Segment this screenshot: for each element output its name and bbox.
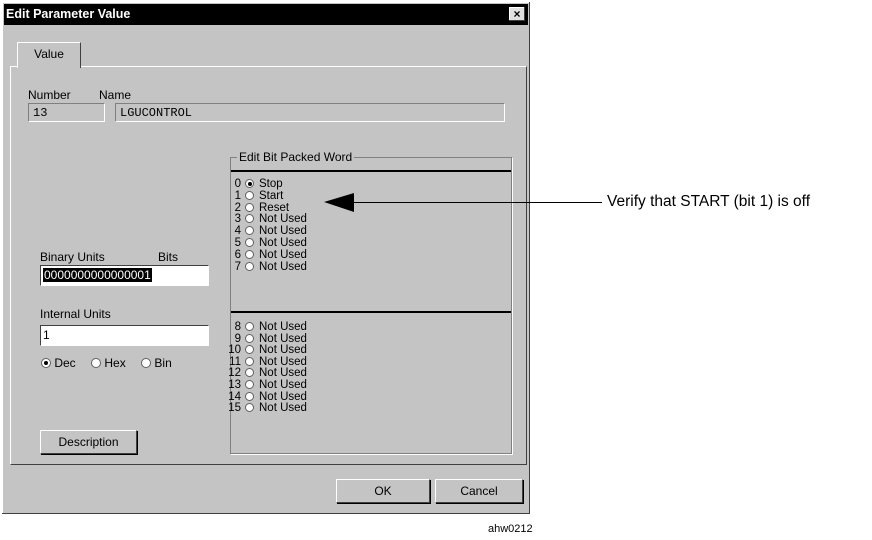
bit-radio-1[interactable] [245,190,254,200]
bit-number: 9 [234,332,241,345]
bit-radio-7[interactable] [245,261,254,271]
bit-radio-9[interactable] [245,333,254,343]
binary-value-input[interactable]: 0000000000000001 [40,265,209,286]
radio-dec[interactable]: Dec [41,356,76,370]
bit-number: 4 [234,225,241,238]
bit-row-14[interactable]: 14 Not Used [217,390,307,403]
bit-number: 15 [228,402,241,415]
bit-label: Stop [259,178,283,190]
bit-number: 2 [234,201,241,214]
bit-radio-0[interactable] [245,179,254,188]
format-radio-group: Dec Hex Bin [41,356,172,370]
bit-radio-13[interactable] [245,380,254,389]
binary-units-label: Binary Units [40,250,105,264]
bit-radio-10[interactable] [245,345,254,355]
bit-number: 12 [228,367,241,380]
bit-label: Not Used [259,260,307,273]
tab-value[interactable]: Value [17,42,81,68]
bit-label: Not Used [259,213,307,226]
bit-label: Reset [259,201,290,214]
bit-number: 6 [234,248,241,261]
bit-label: Not Used [259,237,307,249]
name-label: Name [99,88,132,102]
bit-label: Not Used [259,390,307,403]
bit-label: Not Used [259,402,307,415]
bit-label: Not Used [259,332,307,345]
bits-label: Bits [158,250,179,264]
bit-label: Not Used [259,355,307,368]
bit-row-11[interactable]: 11 Not Used [217,355,307,368]
bit-number: 3 [234,213,241,226]
bit-radio-2[interactable] [245,202,254,212]
bit-label: Not Used [259,344,307,357]
number-field: 13 [28,103,105,122]
bit-number: 10 [228,344,241,357]
radio-dec-label: Dec [54,356,76,370]
bit-label: Not Used [259,379,307,391]
bit-row-0[interactable]: 0 Stop [217,178,283,190]
bit-row-13[interactable]: 13 Not Used [217,379,307,391]
name-field: LGUCONTROL [115,103,505,122]
description-button[interactable]: Description [40,430,137,454]
bit-row-4[interactable]: 4 Not Used [217,225,307,238]
bit-radio-3[interactable] [245,214,254,224]
bit-row-2[interactable]: 2 Reset [217,201,290,214]
bit-number: 1 [234,189,241,202]
number-label: Number [28,88,71,102]
bit-radio-6[interactable] [245,249,254,259]
bit-label: Not Used [259,367,307,380]
title-bar[interactable]: Edit Parameter Value × [4,4,528,25]
bit-radio-4[interactable] [245,226,254,236]
bit-row-1[interactable]: 1 Start [217,189,284,202]
bit-number: 7 [234,260,241,273]
close-icon[interactable]: × [509,7,525,21]
internal-units-label: Internal Units [40,307,111,321]
bit-row-12[interactable]: 12 Not Used [217,367,307,380]
bit-radio-11[interactable] [245,356,254,366]
bit-number: 14 [228,390,241,403]
callout-arrow-line [350,202,602,203]
ok-button[interactable]: OK [336,479,430,503]
bit-number: 5 [234,237,241,249]
bit-row-3[interactable]: 3 Not Used [217,213,307,226]
bit-radio-5[interactable] [245,238,254,247]
bit-radio-14[interactable] [245,391,254,401]
radio-bin[interactable]: Bin [141,356,172,370]
edit-parameter-dialog: Edit Parameter Value × Value Number Name… [2,2,530,514]
bit-number: 0 [234,178,241,190]
bit-radio-8[interactable] [245,322,254,331]
dialog-title: Edit Parameter Value [6,7,131,21]
bit-row-5[interactable]: 5 Not Used [217,237,307,249]
radio-bin-button[interactable] [141,358,152,368]
bit-row-8[interactable]: 8 Not Used [217,321,307,333]
cancel-button[interactable]: Cancel [435,479,523,503]
bit-row-10[interactable]: 10 Not Used [217,344,307,357]
bit-label: Not Used [259,225,307,238]
bit-label: Not Used [259,248,307,261]
radio-hex-button[interactable] [91,358,102,368]
bit-label: Not Used [259,321,307,333]
bit-number: 13 [228,379,241,391]
radio-bin-label: Bin [154,356,172,370]
bit-radio-12[interactable] [245,368,254,378]
bit-row-7[interactable]: 7 Not Used [217,260,307,273]
bit-row-15[interactable]: 15 Not Used [217,402,307,415]
bit-number: 11 [229,355,241,368]
radio-hex-label: Hex [104,356,126,370]
group-divider-middle [231,311,511,313]
group-title: Edit Bit Packed Word [237,150,355,164]
bit-label: Start [259,189,284,202]
figure-id: ahw0212 [488,523,533,535]
bit-radio-15[interactable] [245,403,254,413]
internal-value-input[interactable]: 1 [40,325,209,346]
radio-dec-button[interactable] [41,358,51,368]
callout-text: Verify that START (bit 1) is off [607,193,811,210]
bit-number: 8 [234,321,241,333]
radio-hex[interactable]: Hex [91,356,126,370]
bit-row-6[interactable]: 6 Not Used [217,248,307,261]
group-divider-top [231,170,511,172]
binary-value-text: 0000000000000001 [43,268,152,282]
bit-row-9[interactable]: 9 Not Used [217,332,307,345]
